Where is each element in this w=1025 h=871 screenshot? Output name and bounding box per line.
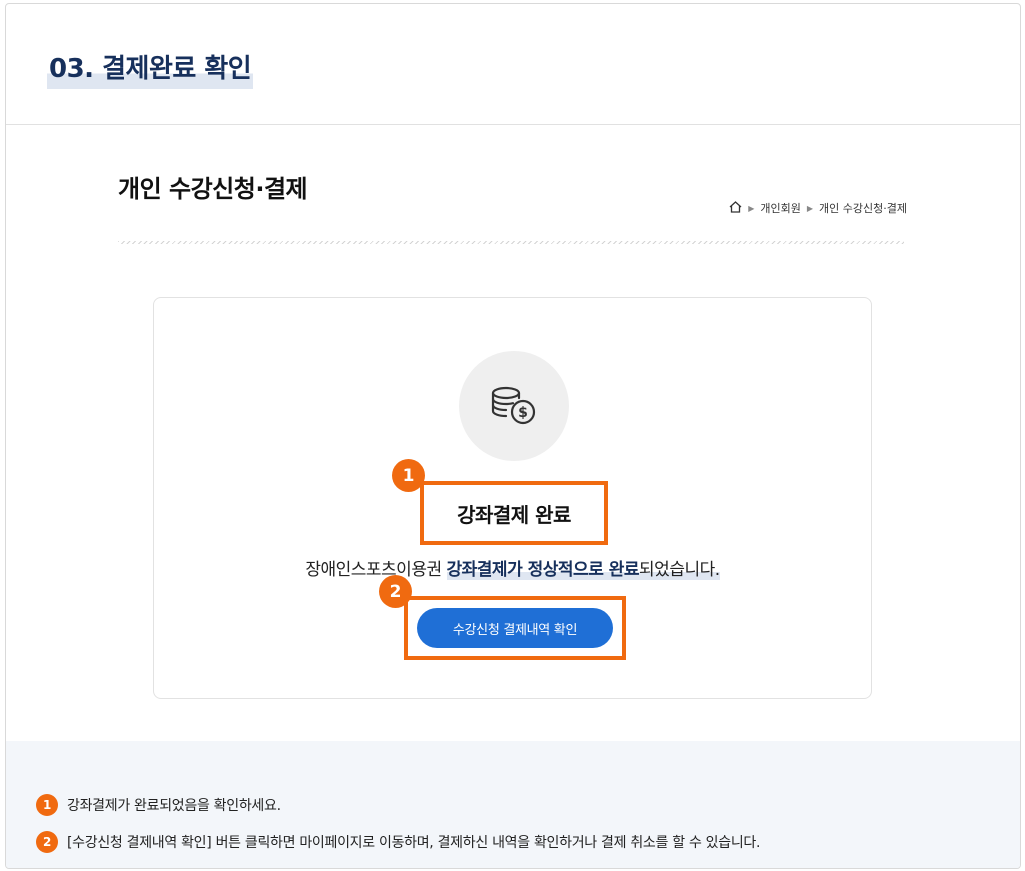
note-text: 강좌결제가 완료되었음을 확인하세요.: [67, 798, 281, 814]
note-badge: 1: [36, 794, 58, 816]
home-icon[interactable]: [729, 200, 742, 216]
view-payment-history-button[interactable]: 수강신청 결제내역 확인: [417, 608, 613, 648]
breadcrumb-item-current[interactable]: 개인 수강신청·결제: [819, 200, 907, 216]
chevron-right-icon: ▶: [806, 203, 814, 213]
payment-complete-card: $ 1 강좌결제 완료 장애인스포츠이용권 강좌결제가 정상적으로 완료되었습니…: [153, 297, 872, 699]
guide-notes: 1 강좌결제가 완료되었음을 확인하세요. 2 [수강신청 결제내역 확인] 버…: [6, 741, 1020, 868]
desc-suffix: 되었습니다.: [639, 560, 720, 580]
note-item: 1 강좌결제가 완료되었음을 확인하세요.: [36, 794, 281, 816]
guide-frame: 03. 결제완료 확인 개인 수강신청·결제 ▶ 개인회원 ▶ 개인 수강신청·…: [5, 3, 1021, 869]
note-item: 2 [수강신청 결제내역 확인] 버튼 클릭하면 마이페이지로 이동하며, 결제…: [36, 831, 760, 853]
step-header: 03. 결제완료 확인: [6, 4, 1020, 125]
breadcrumb-item[interactable]: 개인회원: [760, 200, 800, 216]
highlight-box-complete-title: 강좌결제 완료: [420, 481, 608, 545]
note-badge: 2: [36, 831, 58, 853]
svg-text:$: $: [518, 405, 528, 421]
complete-description: 장애인스포츠이용권 강좌결제가 정상적으로 완료되었습니다.: [154, 555, 871, 580]
step-title: 03. 결제완료 확인: [47, 48, 254, 89]
desc-highlight: 강좌결제가 정상적으로 완료: [446, 560, 640, 580]
complete-title: 강좌결제 완료: [457, 502, 571, 527]
title-divider: [118, 241, 904, 244]
page-title: 개인 수강신청·결제: [118, 175, 308, 203]
desc-prefix: 장애인스포츠이용권: [305, 560, 447, 580]
note-text: [수강신청 결제내역 확인] 버튼 클릭하면 마이페이지로 이동하며, 결제하신…: [67, 835, 761, 851]
breadcrumb: ▶ 개인회원 ▶ 개인 수강신청·결제: [729, 200, 907, 216]
chevron-right-icon: ▶: [748, 203, 755, 213]
coins-dollar-icon: $: [459, 351, 569, 461]
highlight-box-button: 수강신청 결제내역 확인: [404, 596, 626, 660]
